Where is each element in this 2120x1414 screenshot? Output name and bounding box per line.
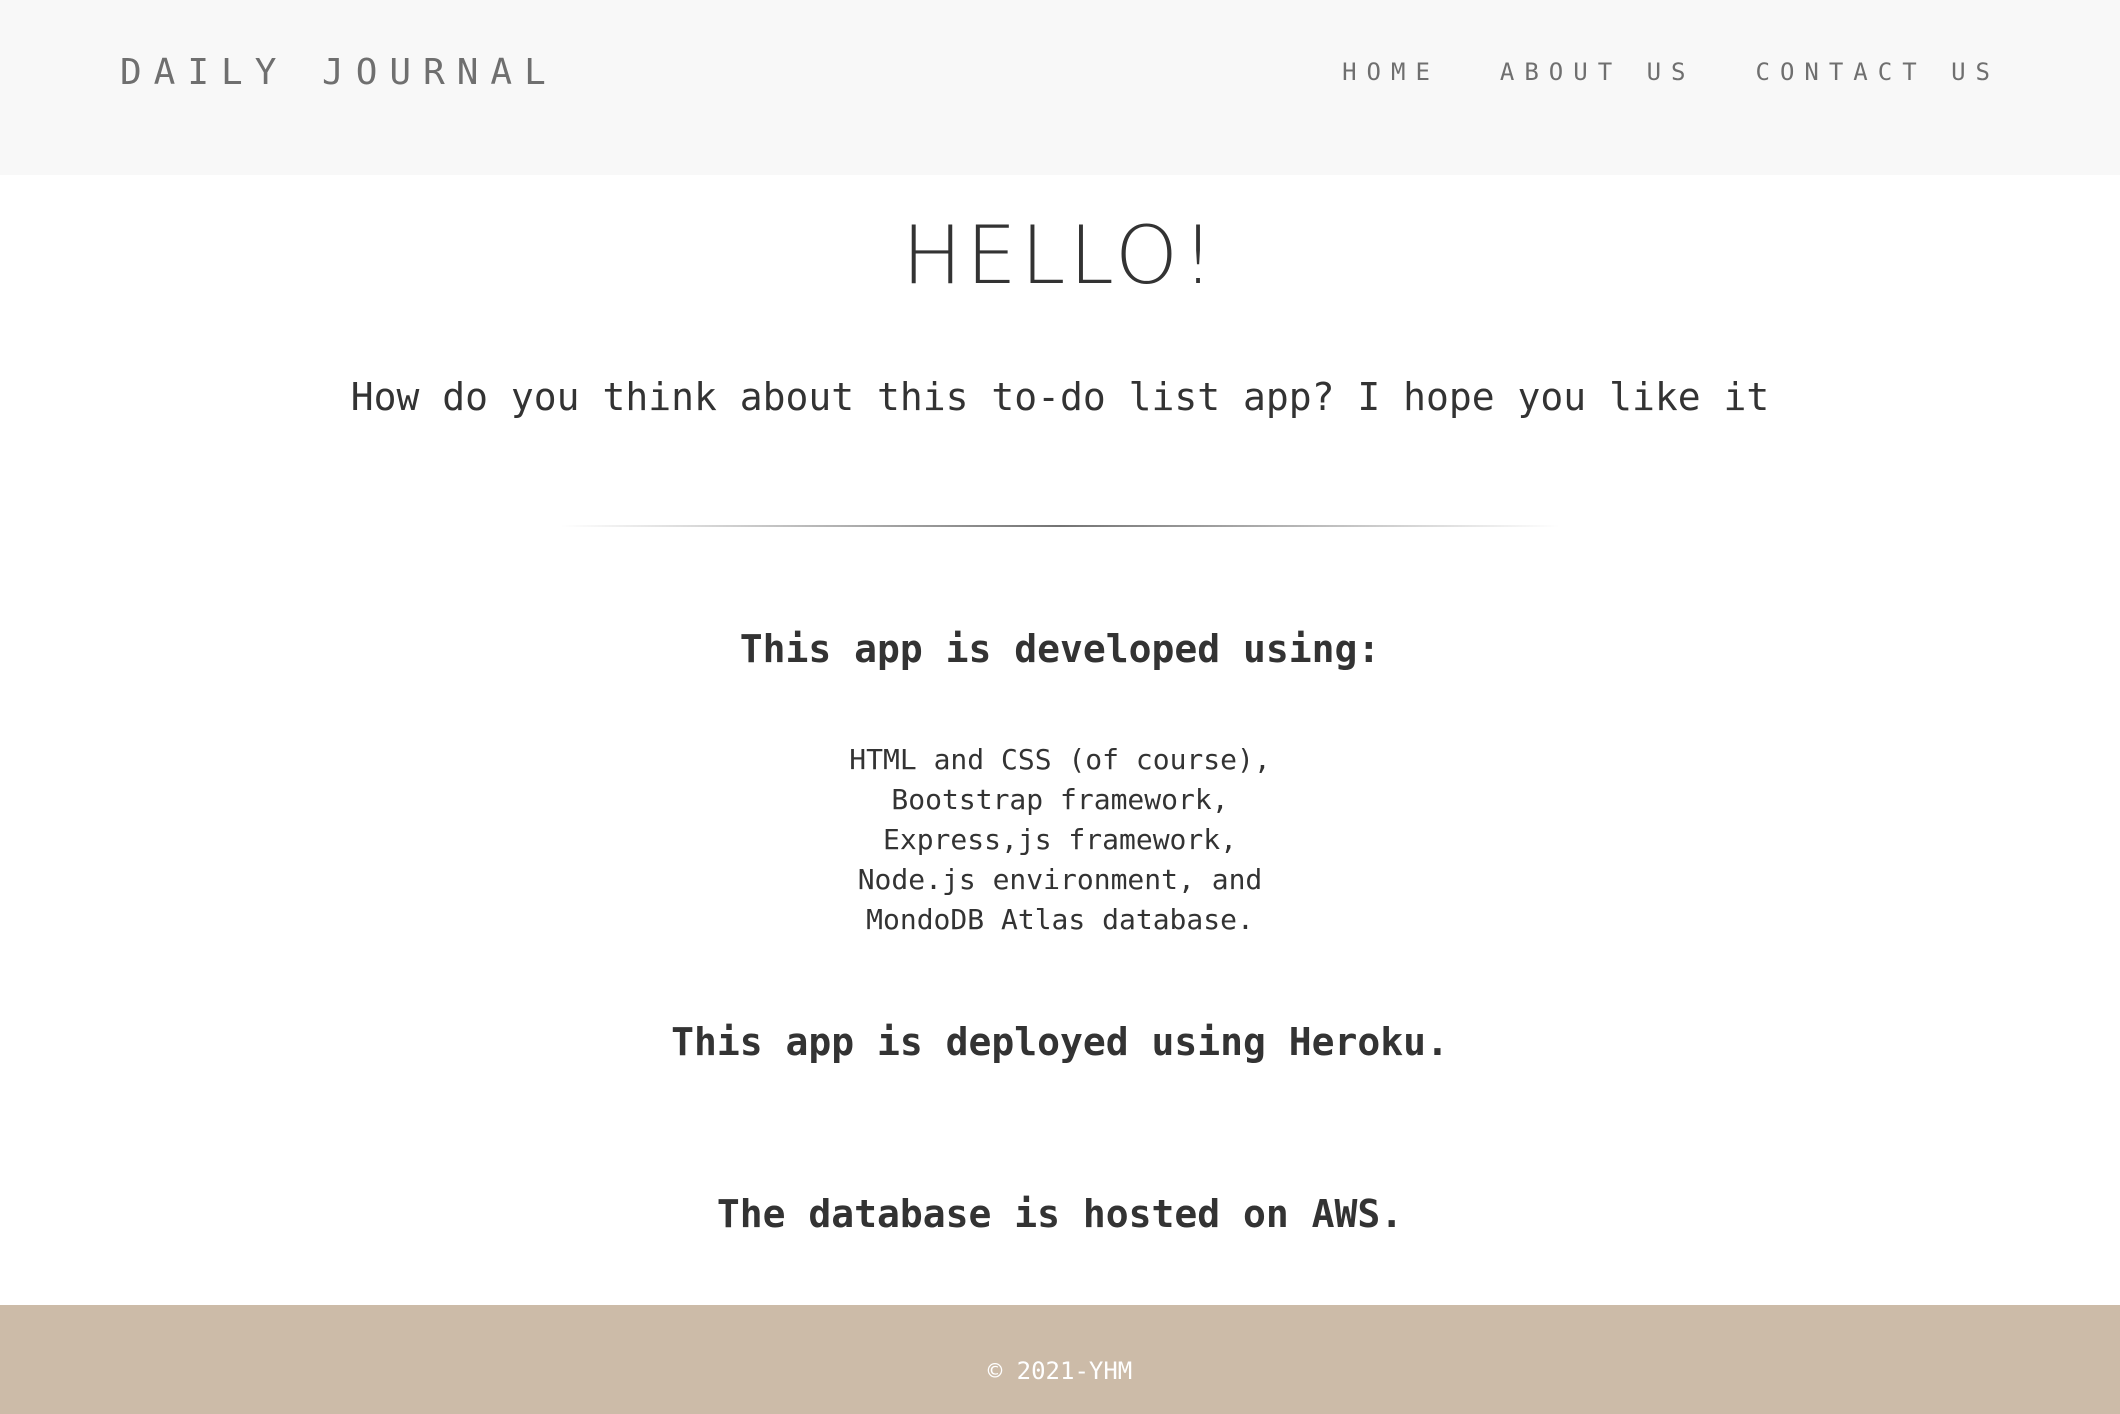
tech-list-item: Express,js framework, [882, 823, 1237, 856]
tech-list-item: MondoDB Atlas database. [866, 903, 1254, 936]
nav-link-home[interactable]: HOME [1342, 58, 1440, 86]
tech-list-item: Node.js environment, and [857, 863, 1263, 896]
tech-list: HTML and CSS (of course), Bootstrap fram… [0, 740, 2120, 940]
tech-list-item: HTML and CSS (of course), [849, 743, 1271, 776]
database-text: The database is hosted on AWS. [716, 1192, 1404, 1236]
tech-list-item: Bootstrap framework, [891, 783, 1229, 816]
footer: © 2021-YHM [0, 1305, 2120, 1414]
copyright-text: © 2021-YHM [987, 1357, 1133, 1385]
deployed-text: This app is deployed using Heroku. [671, 1020, 1449, 1064]
page-title: HELLO! [901, 209, 1219, 302]
brand-link[interactable]: DAILY JOURNAL [120, 52, 558, 93]
intro-text: How do you think about this to-do list a… [350, 375, 1770, 419]
nav-link-about-us[interactable]: ABOUT US [1500, 58, 1696, 86]
nav-links: HOME ABOUT US CONTACT US [1342, 58, 2000, 86]
nav-item-home: HOME [1342, 58, 1440, 86]
divider [560, 525, 1560, 527]
nav-item-contact: CONTACT US [1756, 58, 2001, 86]
navbar: DAILY JOURNAL HOME ABOUT US CONTACT US [0, 0, 2120, 175]
developed-heading: This app is developed using: [739, 627, 1381, 671]
nav-link-contact-us[interactable]: CONTACT US [1756, 58, 2001, 86]
nav-item-about: ABOUT US [1500, 58, 1696, 86]
